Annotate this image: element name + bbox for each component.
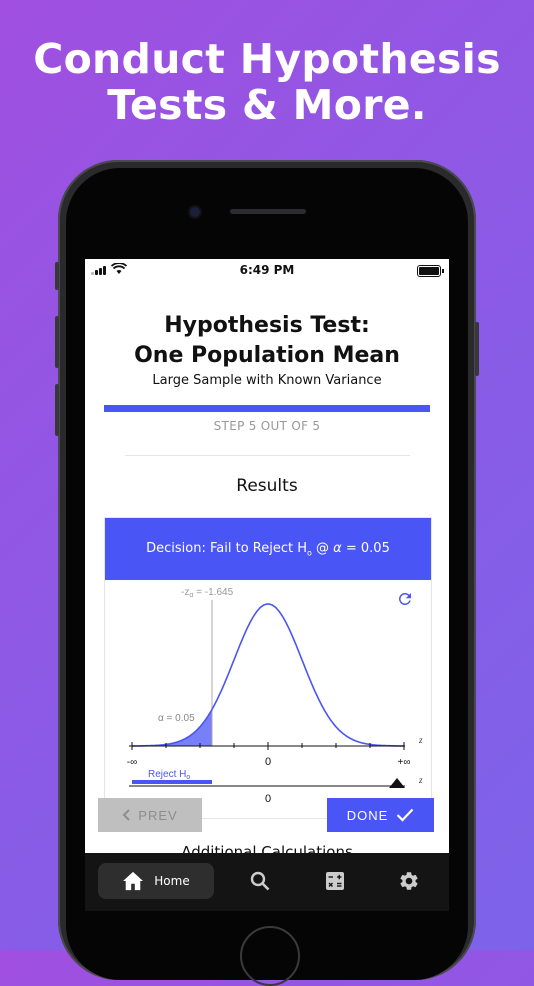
progress-bar: [104, 405, 430, 412]
headline-line-2: Tests & More.: [107, 81, 427, 129]
tick-label-left: -∞: [127, 757, 137, 768]
battery-icon: [417, 265, 444, 277]
headline-line-1: Conduct Hypothesis: [33, 35, 501, 83]
axis-variable-label: z: [418, 735, 423, 745]
volume-up-button: [55, 316, 59, 368]
reject-region-label: Reject Ho: [148, 769, 190, 781]
bottom-axis-marker: [389, 778, 405, 788]
home-button[interactable]: [240, 926, 300, 986]
tick-label-right: +∞: [398, 757, 411, 768]
results-card: Decision: Fail to Reject Ho @ α = 0.05 -…: [104, 517, 432, 819]
alpha-label: α = 0.05: [158, 713, 195, 724]
tab-home[interactable]: Home: [98, 863, 214, 899]
decision-banner: Decision: Fail to Reject Ho @ α = 0.05: [105, 518, 431, 580]
decision-alpha-symbol: α: [333, 541, 342, 556]
prev-button[interactable]: PREV: [98, 798, 202, 832]
checkmark-icon: [397, 808, 414, 822]
tab-settings[interactable]: [396, 863, 422, 899]
home-icon: [123, 871, 144, 891]
tick-label-center: 0: [265, 756, 271, 768]
tab-home-label: Home: [154, 874, 190, 888]
bottom-axis-variable-label: z: [418, 775, 423, 785]
bottom-tick-label-center: 0: [265, 793, 271, 805]
app-screen: 6:49 PM Hypothesis Test: One Population …: [85, 259, 449, 853]
search-icon: [250, 871, 270, 891]
page-subtitle: Large Sample with Known Variance: [152, 373, 382, 388]
decision-prefix: Decision: Fail to Reject H: [146, 541, 307, 556]
title-line-2: One Population Mean: [134, 343, 400, 368]
prev-label: PREV: [138, 807, 178, 823]
chevron-left-icon: [122, 809, 131, 821]
calculator-icon: [326, 872, 344, 890]
divider: [125, 455, 410, 456]
critical-value-label: -zα = -1.645: [181, 587, 234, 599]
decision-at: @: [311, 541, 334, 556]
refresh-icon[interactable]: [396, 590, 414, 608]
tab-search[interactable]: [247, 863, 273, 899]
status-time: 6:49 PM: [239, 263, 295, 277]
done-button[interactable]: DONE: [327, 798, 434, 832]
density-curve: [131, 603, 405, 747]
done-label: DONE: [346, 807, 389, 823]
front-camera: [190, 207, 200, 217]
normal-distribution-chart: -zα = -1.645 α = 0.05 z -∞ 0 +∞ Reject H…: [127, 587, 423, 805]
earpiece-speaker: [230, 209, 306, 214]
tab-bar: Home: [85, 853, 449, 911]
decision-alpha-value: = 0.05: [341, 541, 390, 556]
title-line-1: Hypothesis Test:: [164, 313, 370, 338]
step-indicator: STEP 5 OUT OF 5: [213, 419, 321, 433]
silent-switch: [55, 262, 59, 290]
power-button: [475, 322, 479, 376]
page-title: Hypothesis Test: One Population Mean: [85, 311, 449, 371]
gear-icon: [400, 872, 418, 890]
tab-calculator[interactable]: [323, 863, 347, 899]
headline: Conduct Hypothesis Tests & More.: [0, 36, 534, 128]
status-bar: 6:49 PM: [85, 259, 449, 281]
section-title: Results: [236, 476, 298, 496]
volume-down-button: [55, 384, 59, 436]
additional-calculations-heading[interactable]: Additional Calculations: [85, 843, 449, 853]
